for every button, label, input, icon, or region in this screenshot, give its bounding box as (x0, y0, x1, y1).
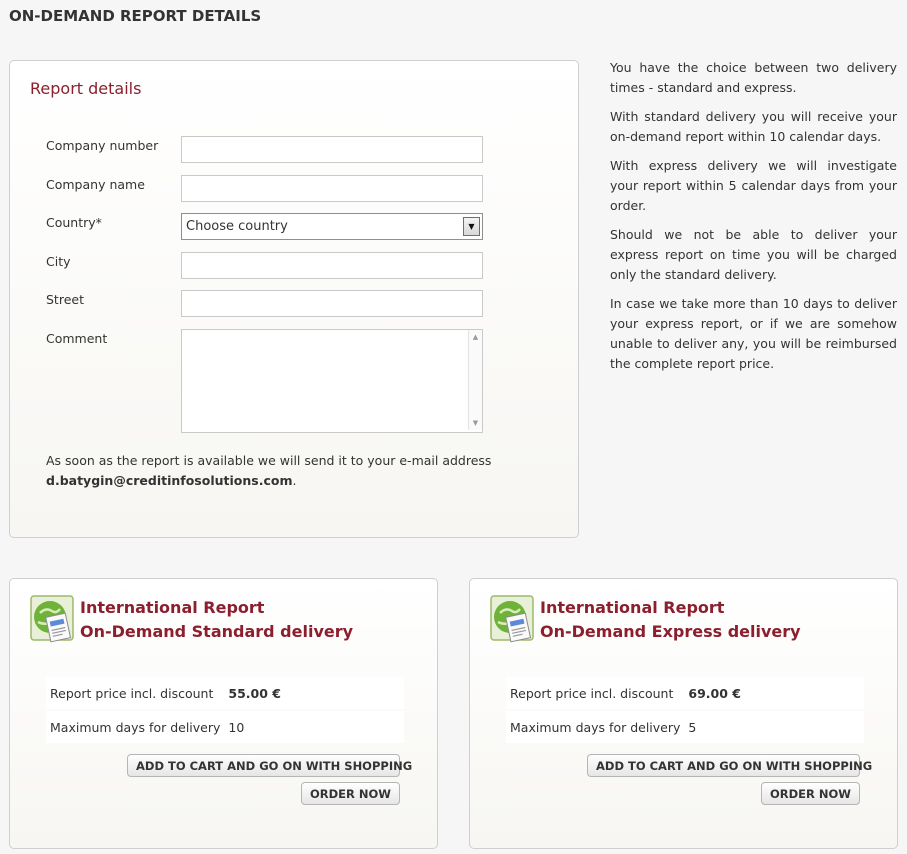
add-to-cart-button[interactable]: ADD TO CART AND GO ON WITH SHOPPING (587, 754, 872, 777)
company-name-input[interactable] (181, 175, 483, 202)
delivery-info: You have the choice between two delivery… (610, 58, 897, 383)
price-value: 69.00 € (684, 677, 864, 709)
page-title: ON-DEMAND REPORT DETAILS (9, 7, 262, 25)
product-title: International Report (80, 598, 265, 617)
table-row: Report price incl. discount 55.00 € (46, 677, 404, 709)
comment-wrapper: ▲ ▼ (181, 329, 483, 433)
price-label: Report price incl. discount (46, 677, 225, 709)
delivery-info-paragraph: With standard delivery you will receive … (610, 109, 897, 144)
city-input[interactable] (181, 252, 483, 279)
chevron-down-icon[interactable]: ▼ (463, 217, 480, 236)
product-subtitle: On-Demand Standard delivery (80, 622, 354, 641)
days-label: Maximum days for delivery (506, 711, 685, 743)
city-label: City (46, 254, 71, 269)
report-details-panel: Report details Company number Company na… (9, 60, 579, 538)
order-now-button[interactable]: ORDER NOW (301, 782, 400, 805)
product-title: International Report (540, 598, 725, 617)
country-label: Country* (46, 215, 102, 230)
price-label: Report price incl. discount (506, 677, 685, 709)
email-notice-suffix: . (292, 473, 297, 488)
email-notice-text: As soon as the report is available we wi… (46, 453, 492, 468)
table-row: Report price incl. discount 69.00 € (506, 677, 864, 709)
email-notice: As soon as the report is available we wi… (46, 451, 546, 491)
express-delivery-panel: International Report On-Demand Express d… (469, 578, 898, 849)
country-select[interactable]: Choose country ▼ (181, 213, 483, 240)
price-value: 55.00 € (224, 677, 404, 709)
company-number-input[interactable] (181, 136, 483, 163)
company-name-label: Company name (46, 177, 145, 192)
days-label: Maximum days for delivery (46, 711, 225, 743)
delivery-info-paragraph: With express delivery we will investigat… (610, 158, 897, 213)
company-number-label: Company number (46, 138, 159, 153)
scroll-down-icon[interactable]: ▼ (469, 419, 482, 427)
report-details-heading: Report details (30, 79, 142, 98)
price-table: Report price incl. discount 55.00 € Maxi… (46, 675, 404, 745)
days-value: 5 (684, 711, 864, 743)
product-subtitle: On-Demand Express delivery (540, 622, 801, 641)
email-address: d.batygin@creditinfosolutions.com (46, 473, 293, 488)
report-document-globe-icon (490, 595, 534, 643)
street-label: Street (46, 292, 84, 307)
delivery-info-paragraph: You have the choice between two delivery… (610, 60, 897, 95)
comment-label: Comment (46, 331, 108, 346)
comment-textarea[interactable] (181, 329, 483, 433)
delivery-info-paragraph: In case we take more than 10 days to del… (610, 296, 897, 371)
scroll-up-icon[interactable]: ▲ (469, 333, 482, 341)
table-row: Maximum days for delivery 10 (46, 711, 404, 743)
standard-delivery-panel: International Report On-Demand Standard … (9, 578, 438, 849)
days-value: 10 (224, 711, 404, 743)
country-select-value: Choose country (186, 219, 288, 234)
comment-scrollbar[interactable]: ▲ ▼ (468, 330, 482, 430)
table-row: Maximum days for delivery 5 (506, 711, 864, 743)
report-document-globe-icon (30, 595, 74, 643)
price-table: Report price incl. discount 69.00 € Maxi… (506, 675, 864, 745)
order-now-button[interactable]: ORDER NOW (761, 782, 860, 805)
delivery-info-paragraph: Should we not be able to deliver your ex… (610, 227, 897, 282)
add-to-cart-button[interactable]: ADD TO CART AND GO ON WITH SHOPPING (127, 754, 412, 777)
street-input[interactable] (181, 290, 483, 317)
